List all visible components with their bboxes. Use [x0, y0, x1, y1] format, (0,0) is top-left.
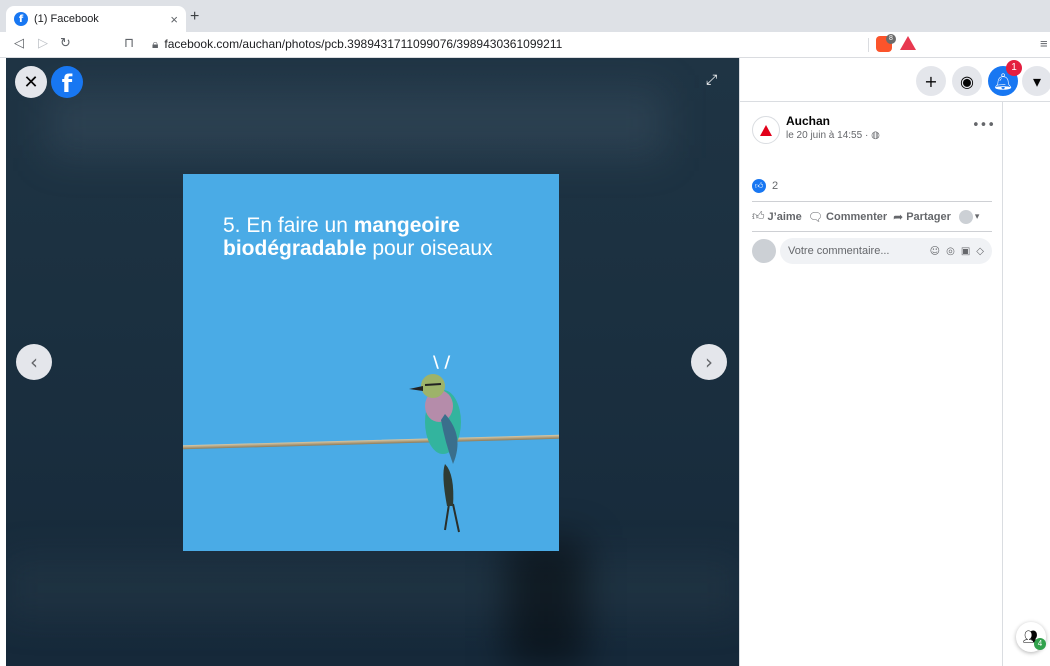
- browser-toolbar: ◁ ▷ ↻ ⊓ 🔒︎ facebook.com/auchan/photos/pcb…: [0, 32, 1050, 58]
- comment-composer: Votre commentaire... ☺ ◎ ▣ ◇: [752, 238, 992, 264]
- like-reaction-icon: 👍︎: [752, 179, 766, 193]
- previous-photo-button[interactable]: ‹: [16, 344, 52, 380]
- facebook-favicon-icon: f: [14, 12, 28, 26]
- tab-title: (1) Facebook: [34, 13, 99, 25]
- comment-icon: 🗨︎: [807, 209, 824, 224]
- back-icon[interactable]: ◁: [14, 36, 24, 51]
- camera-icon[interactable]: ◎: [946, 246, 955, 257]
- fullscreen-icon[interactable]: ⤢: [706, 72, 728, 94]
- comment-button[interactable]: 🗨︎ Commenter: [808, 210, 887, 224]
- browser-tab[interactable]: f (1) Facebook ×: [6, 6, 186, 32]
- reaction-identity-selector[interactable]: ▾: [958, 209, 980, 224]
- reactions-summary[interactable]: 👍︎ 2: [752, 179, 778, 193]
- post-date-text: le 20 juin à 14:55 ·: [786, 130, 872, 141]
- forward-icon[interactable]: ▷: [38, 36, 48, 51]
- browser-menu-icon[interactable]: ≡: [1040, 36, 1048, 51]
- share-icon: ➦: [893, 209, 904, 224]
- gif-icon[interactable]: ▣: [961, 246, 970, 257]
- thumbs-up-icon: 👍︎: [752, 209, 765, 223]
- share-label: Partager: [906, 210, 951, 223]
- user-avatar: [958, 209, 973, 224]
- sticker-icon[interactable]: ◇: [976, 246, 984, 257]
- background-blur: [46, 88, 666, 158]
- globe-icon: ◍: [871, 130, 880, 141]
- comment-input[interactable]: Votre commentaire... ☺ ◎ ▣ ◇: [780, 238, 992, 264]
- contacts-online-badge: 4: [1034, 638, 1046, 650]
- notifications-badge: 1: [1006, 60, 1022, 76]
- like-label: J’aime: [767, 210, 802, 223]
- create-button[interactable]: +: [916, 66, 946, 96]
- share-button[interactable]: ➦ Partager: [893, 210, 951, 224]
- comment-placeholder: Votre commentaire...: [788, 245, 890, 257]
- facebook-logo-icon[interactable]: f: [51, 66, 83, 98]
- brave-shields-badge: 8: [886, 34, 896, 44]
- toolbar-divider: [868, 38, 869, 52]
- bookmark-icon[interactable]: ⊓: [124, 36, 134, 51]
- messenger-icon: ◉: [960, 71, 974, 91]
- url-text: facebook.com/auchan/photos/pcb.398943171…: [164, 37, 563, 51]
- more-options-icon[interactable]: •••: [972, 118, 995, 133]
- bird-illustration: [409, 374, 461, 533]
- divider: [752, 201, 992, 202]
- facebook-top-bar: + ◉ 🔔︎ 1 ▾: [740, 58, 1050, 102]
- account-menu-button[interactable]: ▾: [1022, 66, 1050, 96]
- comment-label: Commenter: [826, 210, 888, 223]
- post-actions: 👍︎ J’aime 🗨︎ Commenter ➦ Partager ▾: [752, 209, 992, 224]
- post-side-panel: + ◉ 🔔︎ 1 ▾ Auchan le 20 juin à 14:55 · ◍…: [739, 58, 1050, 666]
- photo-viewer: ✕ f ⤢ ‹ › 5. En faire un mangeoire biodé…: [6, 58, 739, 666]
- reload-icon[interactable]: ↻: [60, 36, 71, 51]
- like-button[interactable]: 👍︎ J’aime: [752, 209, 802, 224]
- emoji-icon[interactable]: ☺: [930, 246, 940, 257]
- background-blur: [6, 558, 739, 618]
- background-blur: [506, 538, 586, 666]
- next-photo-button[interactable]: ›: [691, 344, 727, 380]
- panel-divider: [1002, 102, 1003, 666]
- page-avatar[interactable]: [752, 116, 780, 144]
- divider: [752, 231, 992, 232]
- auchan-logo-icon: [760, 124, 772, 136]
- caret-down-icon: ▾: [1032, 71, 1042, 91]
- plus-icon: +: [924, 71, 938, 91]
- browser-tab-bar: f (1) Facebook × +: [0, 0, 1050, 32]
- close-viewer-button[interactable]: ✕: [15, 66, 47, 98]
- likes-count: 2: [772, 180, 779, 192]
- page-name[interactable]: Auchan: [786, 114, 830, 128]
- caret-down-icon: ▾: [974, 211, 980, 222]
- brave-rewards-icon[interactable]: [900, 36, 916, 50]
- new-tab-button[interactable]: +: [190, 8, 199, 26]
- tab-close-icon[interactable]: ×: [170, 12, 178, 27]
- post-date[interactable]: le 20 juin à 14:55 · ◍: [786, 130, 880, 141]
- user-avatar[interactable]: [752, 239, 776, 263]
- messenger-button[interactable]: ◉: [952, 66, 982, 96]
- address-bar[interactable]: 🔒︎ facebook.com/auchan/photos/pcb.3989431…: [152, 37, 562, 52]
- post-photo: 5. En faire un mangeoire biodégradable p…: [183, 174, 559, 551]
- lock-icon: 🔒︎: [152, 37, 159, 51]
